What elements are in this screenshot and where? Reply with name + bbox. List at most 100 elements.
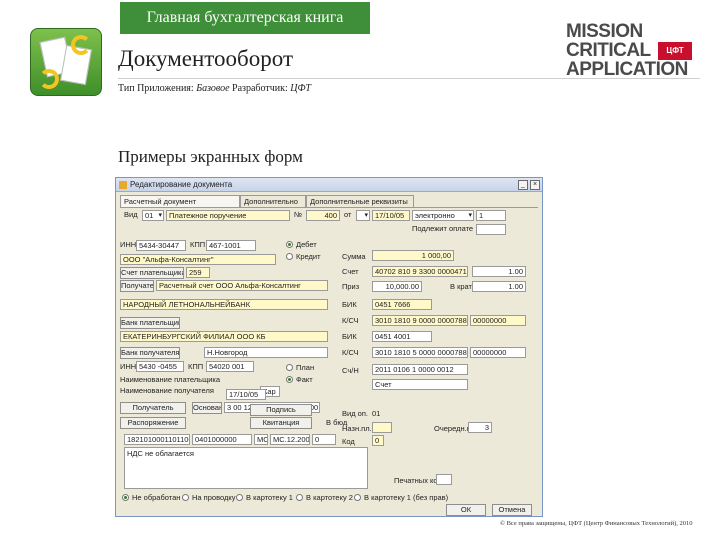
application-meta: Тип Приложения: Базовое Разработчик: ЦФТ (118, 83, 311, 94)
bik-field[interactable]: 0451 7666 (372, 299, 432, 310)
recipient2-button[interactable]: Получатель (120, 402, 186, 414)
payer-account-field[interactable]: 259 (186, 267, 210, 278)
documents-sync-icon (30, 28, 102, 96)
podpis-button[interactable]: Подпись (250, 404, 312, 416)
summa-field[interactable]: 1 000,00 (372, 250, 454, 261)
inn2-field[interactable]: 5430 -0455 (136, 361, 184, 372)
application-category-tag: Главная бухгалтерская книга (120, 2, 370, 34)
ocher-field[interactable]: 3 (468, 422, 492, 433)
vkr-label: В крат (450, 282, 472, 291)
sync-arrow-icon (39, 69, 59, 89)
meta-type-value: Базовое (196, 83, 230, 94)
inn-field[interactable]: 5434-30447 (136, 240, 186, 251)
recipient-bank-button[interactable]: Банк получателя (120, 347, 180, 359)
okato-field[interactable]: 0401000000 (192, 434, 252, 445)
kpp-field[interactable]: 467-1001 (206, 240, 256, 251)
kpp2-label: КПП (188, 362, 204, 371)
pdate-field[interactable]: 17/10/05 (226, 389, 266, 400)
tab-extra-requisites[interactable]: Дополнительные реквизиты (306, 195, 414, 207)
kod-field[interactable]: 0 (372, 435, 384, 446)
credit-label: Кредит (296, 252, 321, 261)
osnov-button[interactable]: Основание (192, 402, 222, 414)
fact-radio[interactable] (286, 376, 293, 383)
inn-label: ИНН (120, 240, 137, 249)
close-icon[interactable]: × (530, 180, 540, 190)
payer-name-label: Наименование плательщика (120, 375, 221, 384)
fact-label: Факт (296, 375, 313, 384)
credit-radio[interactable] (286, 253, 293, 260)
priz-label: Приз (342, 282, 360, 291)
minimize-icon[interactable]: _ (518, 180, 528, 190)
rasp-button[interactable]: Распоряжение (120, 417, 186, 429)
sch2-label: Сч/Н (342, 366, 359, 375)
kvit-button[interactable]: Квитанция (250, 417, 312, 429)
kbk-field[interactable]: 18210100011011000110 (124, 434, 190, 445)
number-field[interactable]: 400 (306, 210, 340, 221)
sch-field[interactable]: 40702 810 9 3300 0000471 (372, 266, 468, 277)
vid-text-field[interactable]: Платежное поручение (166, 210, 290, 221)
tab-document[interactable]: Расчетный документ (120, 195, 240, 207)
processing-radio-group: Не обработан На проводку В картотеку 1 В… (116, 491, 542, 504)
recipient-bank-city-field[interactable]: Н.Новгород (204, 347, 328, 358)
ok-button[interactable]: ОК (446, 504, 486, 516)
vid-select[interactable]: 01 (142, 210, 164, 221)
date-picker[interactable] (356, 210, 370, 221)
ks-extra-field[interactable]: 00000000 (470, 315, 526, 326)
number-label: № (294, 210, 303, 219)
sch2-field[interactable]: 2011 0106 1 0000 0012 (372, 364, 468, 375)
ni-field[interactable]: МС (254, 434, 268, 445)
debit-radio[interactable] (286, 241, 293, 248)
purpose-memo-field[interactable]: НДС не облагается (124, 447, 368, 489)
section-title: Примеры экранных форм (118, 147, 303, 166)
filter-radio-label: На проводку (192, 493, 236, 502)
window-titlebar[interactable]: Редактирование документа _ × (116, 178, 542, 192)
window-app-icon (119, 181, 127, 189)
vid-op-value: 01 (372, 409, 381, 418)
inn2-label: ИНН (120, 362, 137, 371)
mission-critical-logo: MISSION CRITICAL APPLICATION ЦФТ (566, 22, 696, 79)
bik2-field[interactable]: 0451 4001 (372, 331, 432, 342)
cancel-button[interactable]: Отмена (492, 504, 532, 516)
date-field[interactable]: 17/10/05 (372, 210, 410, 221)
nazn-field[interactable] (372, 422, 392, 433)
meta-type-label: Тип Приложения: (118, 83, 194, 94)
tab-divider (120, 207, 538, 208)
recipient-button[interactable]: Получатель (120, 280, 154, 292)
ks2-extra-field[interactable]: 00000000 (470, 347, 526, 358)
payable-field[interactable] (476, 224, 506, 235)
logo-badge: ЦФТ (658, 42, 692, 60)
filter-radio[interactable] (182, 494, 189, 501)
plan-radio[interactable] (286, 364, 293, 371)
ks2-field[interactable]: 3010 1810 5 0000 0000788 (372, 347, 468, 358)
payer-bank-button[interactable]: Банк плательщика (120, 317, 180, 329)
status-select[interactable]: электронно (412, 210, 474, 221)
filter-radio[interactable] (122, 494, 129, 501)
filter-radio-label: В картотеку 1 (246, 493, 293, 502)
period-field[interactable]: МС.12.2005 (270, 434, 310, 445)
meta-dev-value: ЦФТ (290, 83, 311, 94)
ks-field[interactable]: 3010 1810 9 0000 0000788 (372, 315, 468, 326)
payer-name-field[interactable]: ООО "Альфа-Консалтинг" (120, 254, 276, 265)
copies-field[interactable] (436, 474, 452, 485)
filter-radio[interactable] (296, 494, 303, 501)
sch-amount-field[interactable]: 1.00 (472, 266, 526, 277)
meta-dev-label: Разработчик: (232, 83, 288, 94)
filter-radio-label: В картотеку 1 (без прав) (364, 493, 449, 502)
filter-radio-label: В картотеку 2 (306, 493, 353, 502)
priz-field[interactable]: 10,000.00 (372, 281, 422, 292)
recipient-bank-field[interactable]: ЕКАТЕРИНБУРГСКИЙ ФИЛИАЛ ООО КБ (120, 331, 328, 342)
naim-field[interactable]: Счет (372, 379, 468, 390)
tab-additional[interactable]: Дополнительно (240, 195, 306, 207)
vkr-field[interactable]: 1.00 (472, 281, 526, 292)
filter-radio[interactable] (354, 494, 361, 501)
summa-label: Сумма (342, 252, 366, 261)
logo-line-3: APPLICATION (566, 59, 688, 80)
filter-radio[interactable] (236, 494, 243, 501)
date-from-label: от (344, 210, 352, 219)
payer-account-button[interactable]: Счет плательщика (120, 267, 184, 279)
extra-field[interactable]: 1 (476, 210, 506, 221)
payer-bank-field[interactable]: НАРОДНЫЙ ЛЕТНОНАЛЬНЕЙБАНК (120, 299, 328, 310)
recipient-text-field[interactable]: Расчетный счет ООО Альфа-Консалтинг (156, 280, 328, 291)
nomer-field[interactable]: 0 (312, 434, 336, 445)
kpp2-field[interactable]: 54020 001 (206, 361, 254, 372)
